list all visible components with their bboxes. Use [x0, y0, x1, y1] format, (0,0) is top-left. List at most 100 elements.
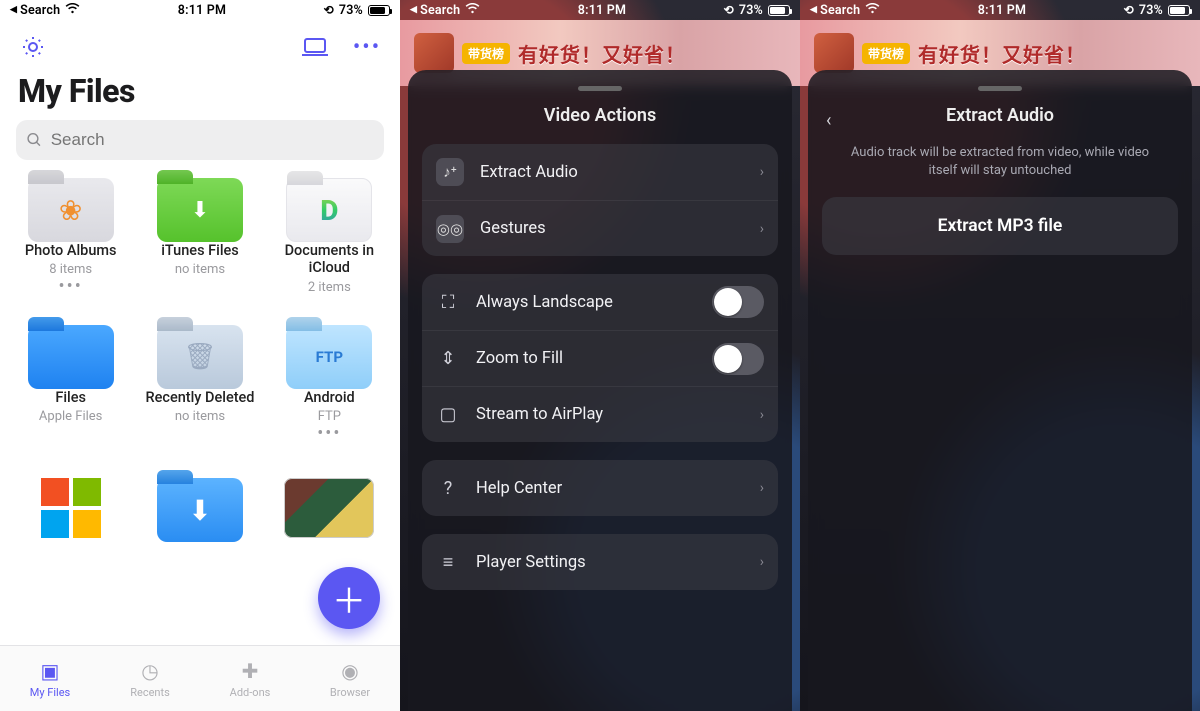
photos-icon: ❀ [28, 178, 114, 242]
folder-microsoft[interactable] [10, 478, 131, 542]
sheet-description: Audio track will be extracted from video… [822, 144, 1178, 197]
pane-video-actions: ◀ Search 8:11 PM ⟲ 73% 带货榜 有好货！又好省！ Vide… [400, 0, 800, 711]
wifi-icon [465, 3, 480, 17]
documents-app-icon: D [287, 179, 371, 241]
sheet-grabber[interactable] [978, 86, 1022, 91]
sheet-grabber[interactable] [578, 86, 622, 91]
compass-icon: ◉ [341, 659, 358, 683]
sliders-icon: ≡ [436, 548, 460, 576]
back-caret-icon[interactable]: ◀ [10, 5, 17, 15]
folder-recently-deleted[interactable]: 🗑 Recently Deleted no items [139, 325, 260, 438]
folder-documents-icloud[interactable]: D Documents in iCloud 2 items [269, 178, 390, 295]
battery-icon [368, 5, 390, 16]
extract-mp3-button[interactable]: Extract MP3 file [822, 197, 1178, 255]
item-more-button[interactable]: ••• [317, 430, 341, 438]
rotation-lock-icon: ⟲ [324, 3, 334, 17]
status-back-label[interactable]: Search [820, 3, 860, 18]
row-help-center[interactable]: ? Help Center › [422, 460, 778, 516]
video-thumbnail [284, 478, 374, 538]
add-button[interactable]: ＋ [318, 567, 380, 629]
download-icon: ⬇ [157, 478, 243, 542]
action-group-1: ♪⁺ Extract Audio › ◎◎ Gestures › [422, 144, 778, 256]
toggle-zoom-to-fill[interactable] [712, 343, 764, 375]
settings-button[interactable] [18, 32, 48, 62]
banner-pill: 带货榜 [862, 43, 910, 64]
landscape-lock-icon: ⛶ [436, 288, 460, 316]
trash-icon: 🗑 [157, 325, 243, 389]
status-back-label[interactable]: Search [20, 3, 60, 18]
chevron-right-icon: › [760, 164, 764, 180]
back-caret-icon[interactable]: ◀ [810, 5, 817, 15]
page-title: My Files [0, 68, 400, 120]
wifi-icon [865, 3, 880, 17]
banner-art-icon [814, 33, 854, 73]
gestures-icon: ◎◎ [436, 215, 464, 243]
download-icon: ⬇ [157, 178, 243, 242]
files-grid-row-2: ⬇ [0, 438, 400, 542]
chevron-right-icon: › [760, 221, 764, 237]
chevron-right-icon: › [760, 407, 764, 423]
wifi-icon [65, 3, 80, 17]
puzzle-icon: ✚ [242, 659, 259, 683]
folder-android[interactable]: FTP Android FTP ••• [269, 325, 390, 438]
more-button[interactable]: ••• [352, 32, 382, 62]
airplay-icon: ▢ [436, 401, 460, 429]
tab-bar: ▣ My Files ◷ Recents ✚ Add-ons ◉ Browser [0, 645, 400, 711]
sheet-back-button[interactable]: ‹ [826, 110, 831, 131]
status-bar: ◀ Search 8:11 PM ⟲ 73% [0, 0, 400, 20]
row-zoom-to-fill[interactable]: ⇕ Zoom to Fill [422, 330, 778, 386]
folder-itunes-files[interactable]: ⬇ iTunes Files no items [139, 178, 260, 295]
status-time: 8:11 PM [978, 3, 1026, 18]
file-thumbnail[interactable] [269, 478, 390, 542]
back-caret-icon[interactable]: ◀ [410, 5, 417, 15]
folder-downloads[interactable]: ⬇ [139, 478, 260, 542]
tab-browser[interactable]: ◉ Browser [300, 646, 400, 711]
banner-text: 有好货！又好省！ [518, 39, 686, 68]
status-time: 8:11 PM [578, 3, 626, 18]
ftp-icon: FTP [286, 325, 372, 389]
folder-photo-albums[interactable]: ❀ Photo Albums 8 items ••• [10, 178, 131, 295]
video-actions-sheet: Video Actions ♪⁺ Extract Audio › ◎◎ Gest… [408, 70, 792, 711]
row-gestures[interactable]: ◎◎ Gestures › [422, 200, 778, 256]
banner-pill: 带货榜 [462, 43, 510, 64]
computer-button[interactable] [300, 32, 330, 62]
toolbar: ••• [0, 20, 400, 68]
tab-recents[interactable]: ◷ Recents [100, 646, 200, 711]
search-field[interactable] [16, 120, 384, 160]
status-back-label[interactable]: Search [420, 3, 460, 18]
clock-icon: ◷ [141, 659, 158, 683]
extract-audio-sheet: ‹ Extract Audio Audio track will be extr… [808, 70, 1192, 711]
search-input[interactable] [51, 130, 374, 150]
gear-icon [21, 35, 45, 59]
status-battery-pct: 73% [1139, 3, 1163, 18]
microsoft-icon [41, 478, 101, 538]
status-bar: ◀ Search 8:11 PM ⟲ 73% [800, 0, 1200, 20]
row-stream-airplay[interactable]: ▢ Stream to AirPlay › [422, 386, 778, 442]
rotation-lock-icon: ⟲ [1124, 3, 1134, 17]
sheet-title: Extract Audio [822, 105, 1178, 126]
status-battery-pct: 73% [339, 3, 363, 18]
toggle-always-landscape[interactable] [712, 286, 764, 318]
chevron-right-icon: › [760, 554, 764, 570]
music-note-icon: ♪⁺ [436, 158, 464, 186]
folder-icon: ▣ [41, 659, 60, 683]
folder-files[interactable]: Files Apple Files [10, 325, 131, 438]
action-group-3: ? Help Center › [422, 460, 778, 516]
files-grid: ❀ Photo Albums 8 items ••• ⬇ iTunes File… [0, 178, 400, 438]
chevron-right-icon: › [760, 480, 764, 496]
action-group-4: ≡ Player Settings › [422, 534, 778, 590]
status-bar: ◀ Search 8:11 PM ⟲ 73% [400, 0, 800, 20]
tab-addons[interactable]: ✚ Add-ons [200, 646, 300, 711]
laptop-icon [302, 37, 328, 57]
tab-my-files[interactable]: ▣ My Files [0, 646, 100, 711]
banner-text: 有好货！又好省！ [918, 39, 1086, 68]
banner-art-icon [414, 33, 454, 73]
action-group-2: ⛶ Always Landscape ⇕ Zoom to Fill ▢ Stre… [422, 274, 778, 442]
search-icon [26, 131, 43, 149]
rotation-lock-icon: ⟲ [724, 3, 734, 17]
row-extract-audio[interactable]: ♪⁺ Extract Audio › [422, 144, 778, 200]
item-more-button[interactable]: ••• [59, 283, 83, 291]
row-player-settings[interactable]: ≡ Player Settings › [422, 534, 778, 590]
status-battery-pct: 73% [739, 3, 763, 18]
row-always-landscape[interactable]: ⛶ Always Landscape [422, 274, 778, 330]
